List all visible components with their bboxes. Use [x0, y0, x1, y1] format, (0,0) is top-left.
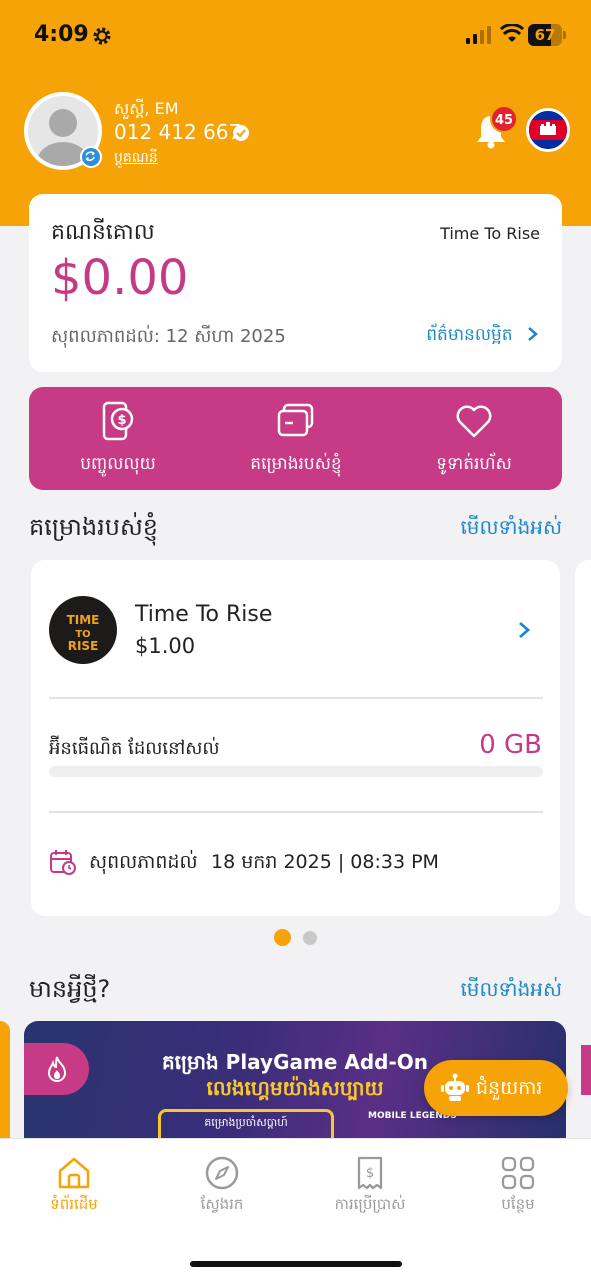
balance-amount: $0.00 [51, 250, 189, 306]
expiry-value: 18 មករា 2025 | 08:33 PM [211, 851, 439, 873]
receipt-icon: $ [357, 1156, 383, 1190]
chevron-right-icon[interactable] [515, 620, 533, 640]
notification-badge: 45 [490, 105, 518, 133]
whats-new-title: មានអ្វីថ្មី? [29, 975, 111, 1003]
verified-icon [233, 125, 249, 141]
chevron-right-icon [528, 327, 538, 341]
carousel-dot-active[interactable] [274, 929, 291, 946]
divider [49, 811, 543, 813]
phone-number: 012 412 667 [114, 120, 242, 144]
plan-card[interactable]: TIME TO RISE Time To Rise $1.00 អ៊ីនធើណិ… [31, 560, 560, 916]
remaining-data-value: 0 GB [479, 730, 542, 760]
quick-pay-action[interactable]: ទូទាត់រហ័ស [385, 387, 563, 490]
status-bar: 4:09 67 [0, 0, 591, 70]
battery-percent: 67 [534, 26, 556, 44]
wifi-icon [500, 24, 524, 42]
signal-icon [466, 26, 491, 44]
nav-explore[interactable]: ស្វែងរក [148, 1139, 296, 1229]
nav-usage-label: ការប្រើប្រាស់ [334, 1195, 406, 1213]
divider [49, 697, 543, 699]
top-up-action[interactable]: $ បញ្ចូលលុយ [29, 387, 207, 490]
plan-name: Time To Rise [135, 602, 273, 627]
more-info-link[interactable]: ព័ត៌មានលម្អិត [426, 324, 540, 349]
nav-home-label: ទំព័រដើម [50, 1195, 98, 1213]
expiry-label: សុពលភាពដល់ [89, 851, 198, 873]
quick-actions-bar: $ បញ្ចូលលុយ គម្រោងរបស់ខ្ញុំ ទូទាត់រហ័ស [29, 387, 562, 490]
my-plans-see-all-link[interactable]: មើលទាំងអស់ [460, 514, 562, 544]
home-icon [58, 1157, 90, 1189]
main-plan-name: Time To Rise [440, 224, 540, 243]
greeting-text: សួស្តី, EM [114, 99, 179, 118]
gear-icon [93, 27, 111, 45]
nav-more[interactable]: បន្ថែម [444, 1139, 591, 1229]
hot-deals-button[interactable] [24, 1043, 89, 1095]
remaining-data-label: អ៊ីនធើណិត ដែលនៅសល់ [49, 738, 220, 759]
svg-text:$: $ [117, 413, 126, 428]
help-assistant-button[interactable]: ជំនួយការ [424, 1060, 568, 1116]
previous-banner[interactable] [0, 1021, 10, 1151]
bottom-nav: ទំព័រដើម ស្វែងរក $ ការប្រើប្រាស់ បន្ថែម [0, 1138, 591, 1280]
carousel-dot[interactable] [303, 931, 317, 945]
swap-icon[interactable] [80, 146, 102, 168]
calendar-clock-icon [50, 850, 76, 875]
home-indicator[interactable] [190, 1261, 402, 1267]
main-account-card[interactable]: គណនីគោល Time To Rise $0.00 សុពលភាពដល់: 1… [29, 194, 562, 372]
nav-more-label: បន្ថែម [501, 1195, 535, 1213]
switch-account-link[interactable]: ប្តូគណនី [114, 148, 158, 169]
nav-home[interactable]: ទំព័រដើម [0, 1139, 148, 1229]
cards-icon [277, 403, 314, 437]
my-plans-label: គម្រោងរបស់ខ្ញុំ [250, 454, 342, 474]
heart-icon [456, 405, 492, 438]
next-banner[interactable] [581, 1045, 591, 1095]
svg-text:RISE: RISE [68, 639, 99, 653]
plan-price: $1.00 [135, 634, 196, 658]
validity-text: សុពលភាពដល់: 12 សីហា 2025 [51, 326, 286, 347]
my-plans-title: គម្រោងរបស់ខ្ញុំ [29, 513, 159, 541]
data-progress-bar [49, 766, 543, 777]
whats-new-see-all-link[interactable]: មើលទាំងអស់ [460, 976, 562, 1006]
main-account-title: គណនីគោល [51, 220, 155, 245]
top-up-label: បញ្ចូលលុយ [80, 454, 156, 474]
fire-icon [47, 1056, 67, 1082]
robot-icon [441, 1073, 469, 1101]
nav-usage[interactable]: $ ការប្រើប្រាស់ [296, 1139, 444, 1229]
quick-pay-label: ទូទាត់រហ័ស [436, 454, 512, 474]
more-info-label: ព័ត៌មានលម្អិត [426, 325, 513, 345]
next-plan-card[interactable] [575, 560, 591, 916]
compass-icon [205, 1156, 239, 1190]
status-time: 4:09 [34, 22, 89, 47]
svg-text:TIME: TIME [67, 613, 100, 627]
dollar-phone-icon: $ [102, 401, 134, 441]
nav-explore-label: ស្វែងរក [200, 1195, 244, 1213]
svg-text:$: $ [366, 1166, 374, 1181]
battery-icon: 67 [528, 24, 566, 46]
grid-icon [501, 1156, 535, 1190]
my-plans-action[interactable]: គម្រោងរបស់ខ្ញុំ [207, 387, 385, 490]
cambodia-flag-icon[interactable] [526, 108, 570, 152]
plan-logo: TIME TO RISE [49, 596, 117, 664]
promo-box-text: គម្រោងប្រចាំសប្តាហ៍ [204, 1116, 288, 1129]
help-label: ជំនួយការ [476, 1077, 543, 1099]
